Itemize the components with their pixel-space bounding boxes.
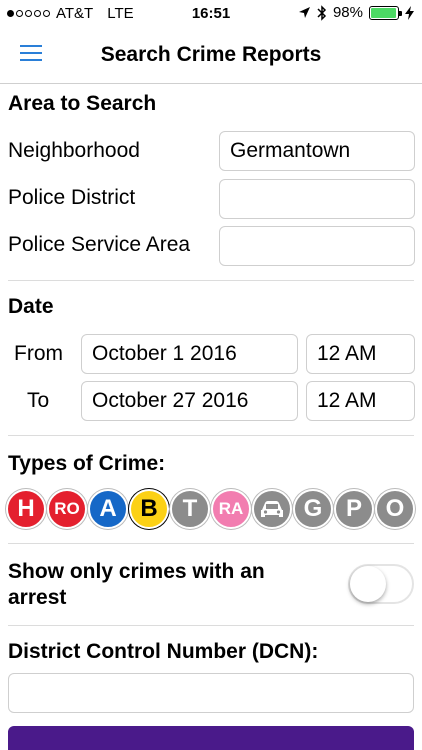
dcn-section-title: District Control Number (DCN): (8, 640, 319, 663)
crime-badge-g[interactable]: G (293, 489, 333, 529)
status-bar: AT&T LTE 16:51 98% (0, 0, 422, 28)
police-service-area-field[interactable] (219, 226, 415, 266)
location-arrow-icon (298, 7, 310, 18)
crime-badge-homicide[interactable]: H (6, 489, 46, 529)
from-date-field[interactable]: October 1 2016 (81, 334, 298, 374)
police-district-label: Police District (8, 186, 136, 209)
nav-bar: Search Crime Reports (0, 28, 422, 84)
area-section-title: Area to Search (8, 92, 157, 115)
to-date-field[interactable]: October 27 2016 (81, 381, 298, 421)
battery-percent: 98% (332, 4, 363, 21)
status-right: 98% (298, 4, 414, 21)
dcn-field[interactable] (8, 673, 414, 713)
from-time-field[interactable]: 12 AM (306, 334, 415, 374)
crime-badge-assault[interactable]: A (88, 489, 128, 529)
crime-badge-theft[interactable]: T (170, 489, 210, 529)
charging-bolt-icon (405, 5, 414, 20)
neighborhood-label: Neighborhood (8, 139, 140, 162)
divider (8, 280, 414, 281)
car-icon (261, 501, 283, 517)
battery-icon (369, 5, 402, 20)
arrest-label-line1: Show only crimes with an (8, 560, 265, 583)
divider (8, 625, 414, 626)
police-service-area-label: Police Service Area (8, 233, 191, 256)
crime-badge-other[interactable]: O (375, 489, 415, 529)
toggle-knob (350, 566, 386, 602)
arrest-label-line2: arrest (8, 586, 67, 609)
crime-badge-rape[interactable]: RA (211, 489, 251, 529)
crime-types-title: Types of Crime: (8, 452, 166, 475)
crime-badge-p[interactable]: P (334, 489, 374, 529)
divider (8, 543, 414, 544)
page-title: Search Crime Reports (100, 43, 322, 66)
search-button[interactable] (8, 726, 414, 750)
to-label: To (27, 389, 50, 412)
crime-badge-robbery[interactable]: RO (47, 489, 87, 529)
arrest-toggle[interactable] (348, 564, 414, 604)
police-district-field[interactable] (219, 179, 415, 219)
crime-badge-burglary[interactable]: B (129, 489, 169, 529)
to-time-field[interactable]: 12 AM (306, 381, 415, 421)
bluetooth-icon (317, 4, 327, 21)
from-label: From (14, 342, 63, 365)
date-section-title: Date (8, 295, 54, 318)
neighborhood-field[interactable]: Germantown (219, 131, 415, 171)
crime-badge-vehicle[interactable] (252, 489, 292, 529)
divider (8, 435, 414, 436)
crime-type-badges: H RO A B T RA G P O (6, 489, 415, 529)
